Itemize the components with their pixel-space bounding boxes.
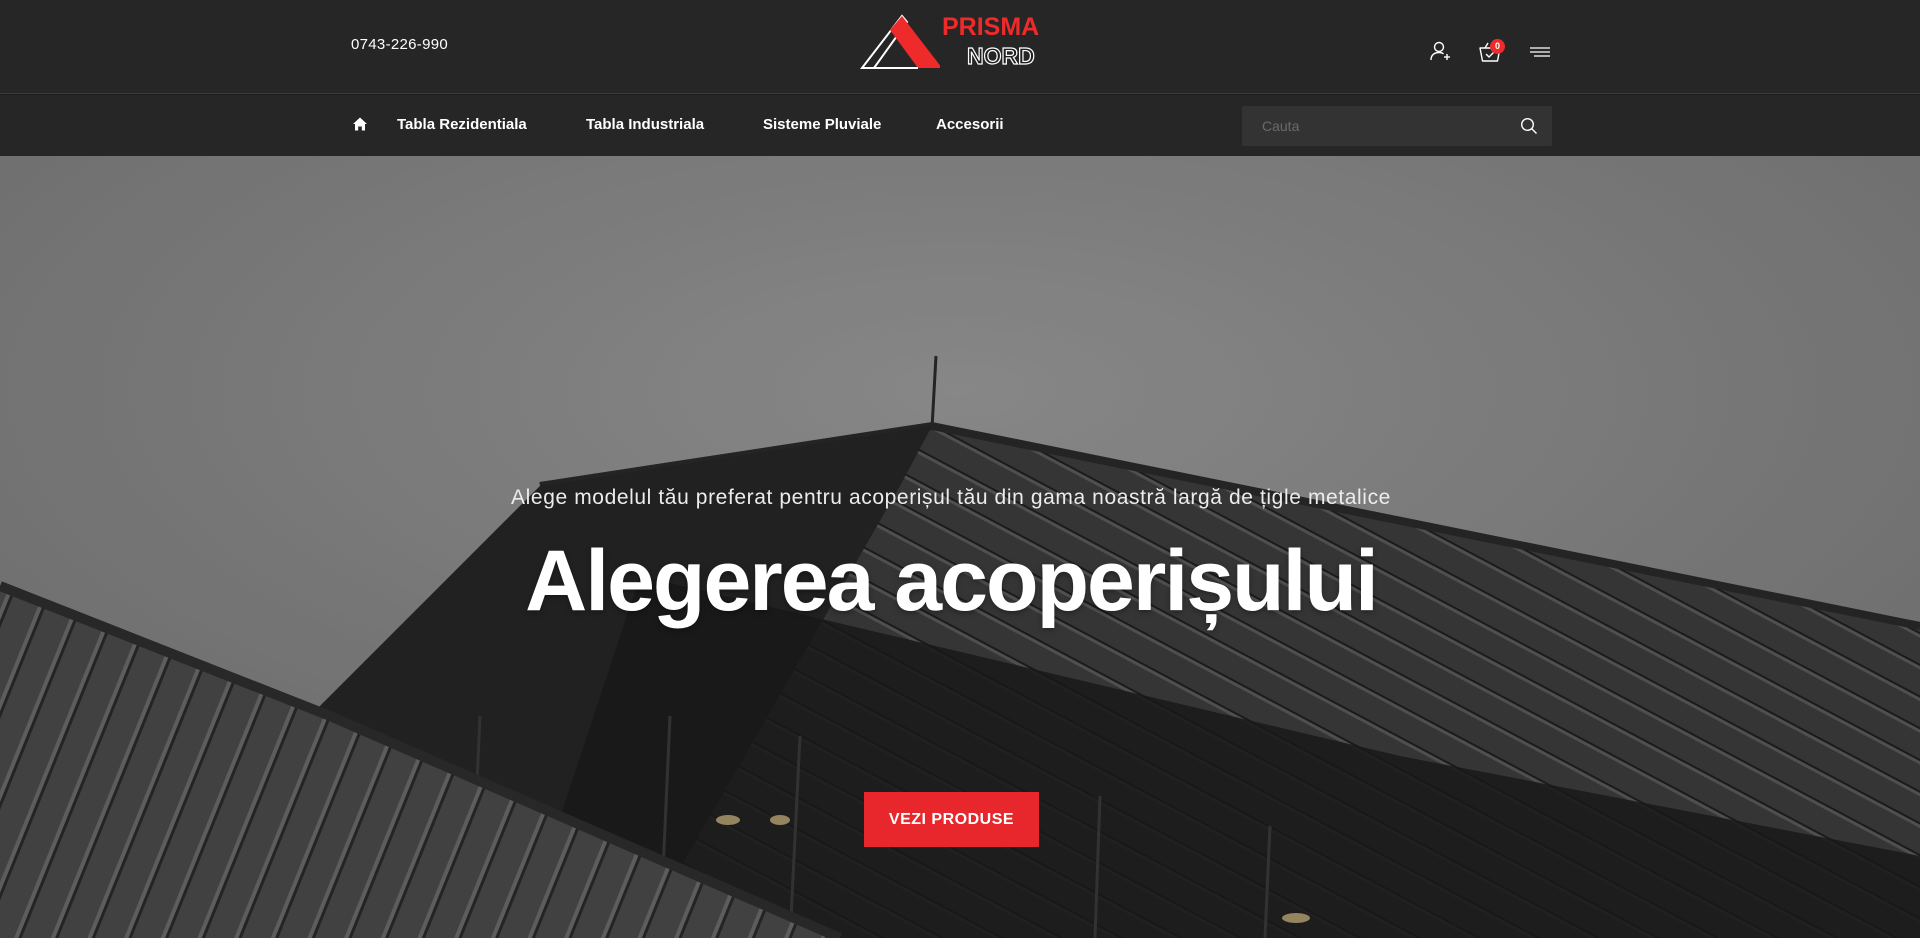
main-navigation: Tabla Rezidentiala Tabla Industriala Sis… xyxy=(0,95,1920,156)
site-logo[interactable]: PRISMA NORD xyxy=(860,12,1046,72)
logo-text-prisma: PRISMA xyxy=(942,13,1040,41)
hero-subtitle: Alege modelul tău preferat pentru acoper… xyxy=(511,486,1391,509)
nav-item-tabla-industriala[interactable]: Tabla Industriala xyxy=(586,116,704,133)
nav-item-tabla-rezidentiala[interactable]: Tabla Rezidentiala xyxy=(397,116,527,133)
logo-mark-icon xyxy=(860,14,940,69)
view-products-button[interactable]: VEZI PRODUSE xyxy=(864,792,1039,847)
phone-number[interactable]: 0743-226-990 xyxy=(351,36,448,53)
logo-text-nord: NORD xyxy=(966,42,1035,69)
menu-button[interactable] xyxy=(1528,40,1552,64)
menu-icon xyxy=(1530,47,1550,57)
user-icon xyxy=(1430,41,1450,61)
search-input[interactable] xyxy=(1242,106,1512,146)
search-button[interactable] xyxy=(1520,117,1538,135)
nav-item-sisteme-pluviale[interactable]: Sisteme Pluviale xyxy=(763,116,881,133)
home-link[interactable] xyxy=(352,116,368,132)
hero-title: Alegerea acoperișului xyxy=(525,533,1379,629)
cart-count-badge: 0 xyxy=(1490,39,1505,54)
top-header: 0743-226-990 PRISMA NORD 0 xyxy=(0,0,1920,94)
user-account-button[interactable] xyxy=(1428,39,1452,63)
hero-banner: Alege modelul tău preferat pentru acoper… xyxy=(0,156,1920,938)
nav-item-accesorii[interactable]: Accesorii xyxy=(936,116,1004,133)
search-icon xyxy=(1520,117,1537,134)
search-box xyxy=(1242,106,1552,146)
home-icon xyxy=(353,117,367,131)
